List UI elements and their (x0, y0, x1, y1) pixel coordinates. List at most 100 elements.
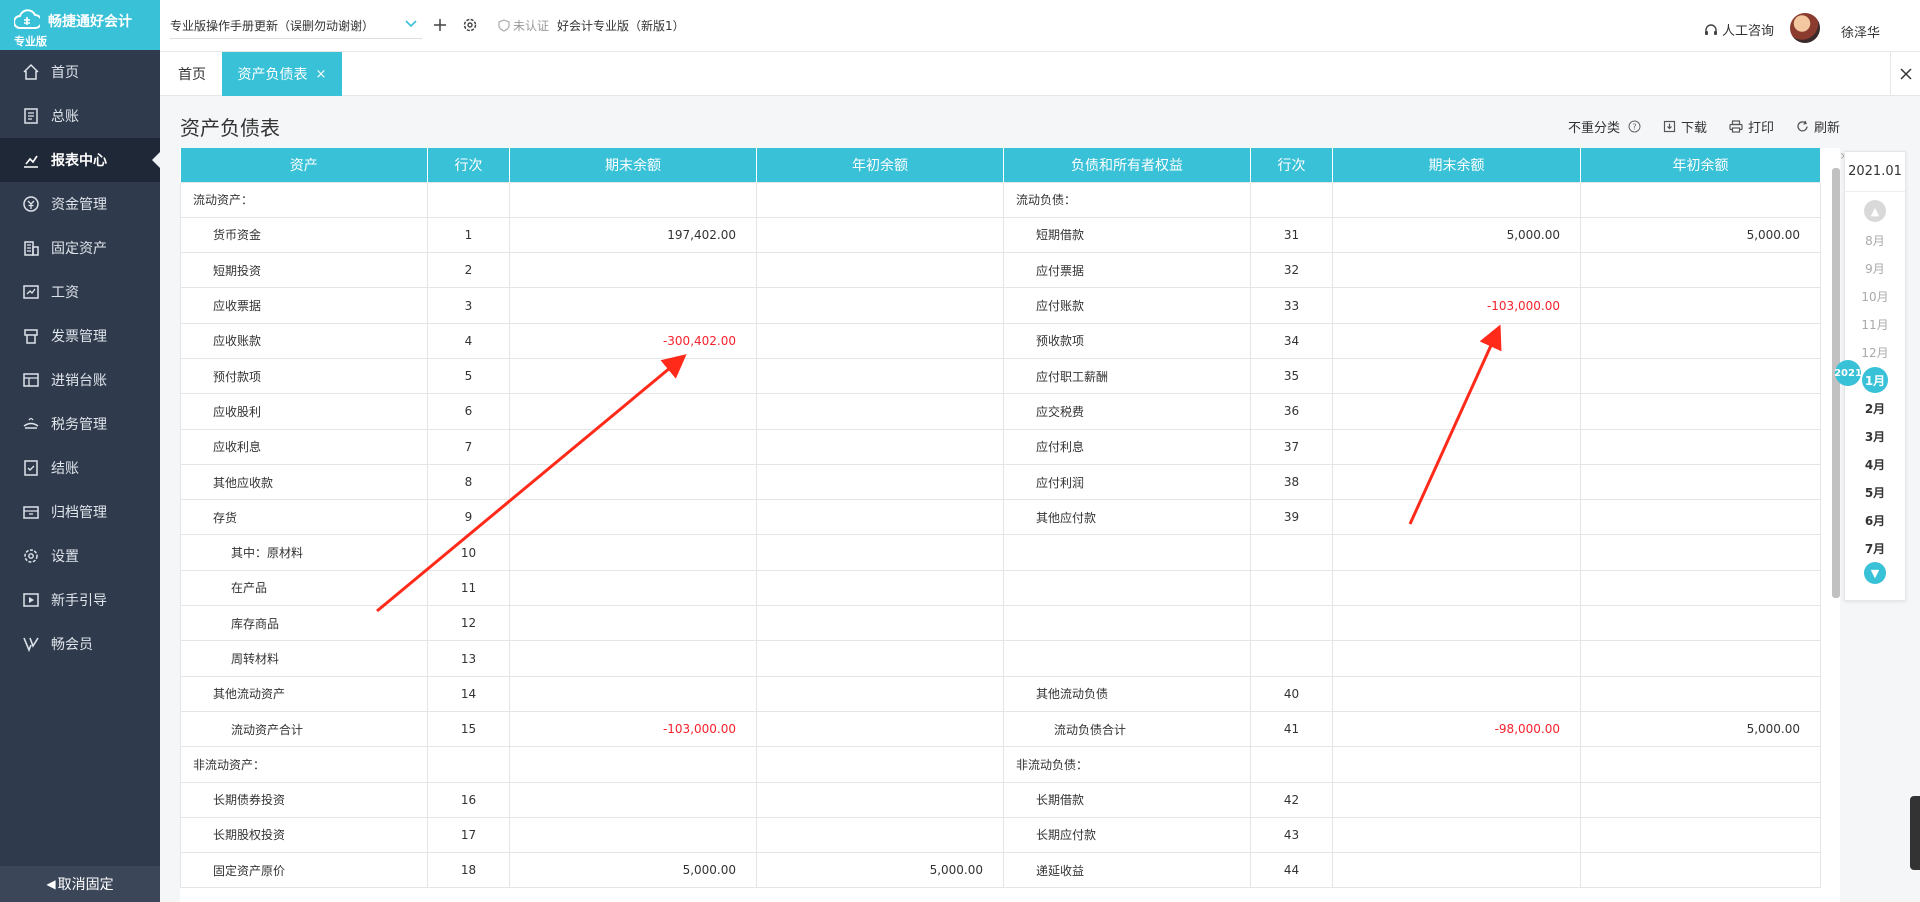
liability-ending-balance-cell[interactable] (1332, 640, 1581, 677)
liability-beginning-balance-cell[interactable] (1580, 181, 1821, 218)
asset-ending-balance-cell[interactable] (509, 252, 757, 289)
gear-icon[interactable] (460, 15, 480, 35)
asset-ending-balance-cell[interactable]: -103,000.00 (509, 710, 757, 748)
liability-ending-balance-cell[interactable] (1332, 428, 1581, 465)
asset-ending-balance-cell[interactable] (509, 181, 757, 218)
asset-beginning-balance-cell[interactable] (756, 357, 1004, 395)
asset-beginning-balance-cell[interactable] (756, 675, 1004, 712)
liability-ending-balance-cell[interactable] (1332, 357, 1581, 395)
asset-beginning-balance-cell[interactable] (756, 710, 1004, 748)
unpin-sidebar-button[interactable]: ◀ 取消固定 (0, 866, 160, 902)
asset-beginning-balance-cell[interactable] (756, 252, 1004, 289)
liability-ending-balance-cell[interactable]: -103,000.00 (1332, 287, 1581, 324)
liability-beginning-balance-cell[interactable] (1580, 746, 1821, 783)
month-item[interactable]: 11月 (1845, 310, 1905, 338)
avatar[interactable] (1790, 13, 1820, 43)
liability-ending-balance-cell[interactable] (1332, 569, 1581, 607)
print-button[interactable]: 打印 (1729, 117, 1774, 136)
liability-ending-balance-cell[interactable] (1332, 181, 1581, 218)
liability-ending-balance-cell[interactable] (1332, 252, 1581, 289)
tab-balance-sheet[interactable]: 资产负债表 × (222, 52, 342, 96)
asset-beginning-balance-cell[interactable] (756, 781, 1004, 818)
month-item[interactable]: 6月 (1845, 506, 1905, 534)
month-item[interactable]: 9月 (1845, 254, 1905, 282)
asset-beginning-balance-cell[interactable] (756, 569, 1004, 607)
month-item[interactable]: 5月 (1845, 478, 1905, 506)
asset-ending-balance-cell[interactable] (509, 393, 757, 430)
close-all-tabs-button[interactable] (1890, 52, 1920, 96)
liability-ending-balance-cell[interactable] (1332, 781, 1581, 818)
sidebar-item-money[interactable]: 资金管理 (0, 182, 160, 226)
liability-beginning-balance-cell[interactable] (1580, 428, 1821, 465)
liability-ending-balance-cell[interactable] (1332, 816, 1581, 854)
liability-beginning-balance-cell[interactable] (1580, 357, 1821, 395)
scroll-up-icon[interactable]: ▲ (1864, 200, 1886, 222)
sidebar-item-checkout[interactable]: 结账 (0, 446, 160, 490)
month-item[interactable]: 1月 2021 (1834, 360, 1905, 394)
liability-beginning-balance-cell[interactable] (1580, 605, 1821, 642)
asset-ending-balance-cell[interactable] (509, 675, 757, 712)
asset-ending-balance-cell[interactable] (509, 816, 757, 854)
sidebar-item-ledger[interactable]: 总账 (0, 94, 160, 138)
liability-ending-balance-cell[interactable] (1332, 534, 1581, 571)
app-logo[interactable]: 畅捷通好会计 专业版 (0, 0, 160, 50)
asset-beginning-balance-cell[interactable] (756, 605, 1004, 642)
liability-beginning-balance-cell[interactable] (1580, 781, 1821, 818)
liability-beginning-balance-cell[interactable]: 5,000.00 (1580, 216, 1821, 254)
liability-beginning-balance-cell[interactable] (1580, 569, 1821, 607)
asset-beginning-balance-cell[interactable] (756, 816, 1004, 854)
liability-beginning-balance-cell[interactable] (1580, 816, 1821, 854)
liability-ending-balance-cell[interactable] (1332, 499, 1581, 536)
liability-beginning-balance-cell[interactable] (1580, 322, 1821, 359)
liability-beginning-balance-cell[interactable] (1580, 852, 1821, 889)
sidebar-item-inventory[interactable]: 进销台账 (0, 358, 160, 402)
liability-beginning-balance-cell[interactable] (1580, 287, 1821, 324)
liability-ending-balance-cell[interactable] (1332, 605, 1581, 642)
month-item[interactable]: 8月 (1845, 226, 1905, 254)
asset-beginning-balance-cell[interactable] (756, 499, 1004, 536)
sidebar-item-archive[interactable]: 归档管理 (0, 490, 160, 534)
asset-beginning-balance-cell[interactable] (756, 393, 1004, 430)
liability-beginning-balance-cell[interactable] (1580, 393, 1821, 430)
asset-ending-balance-cell[interactable]: 5,000.00 (509, 852, 757, 889)
month-item[interactable]: 10月 (1845, 282, 1905, 310)
certification-status[interactable]: 未认证 好会计专业版（新版1） (498, 17, 685, 34)
asset-ending-balance-cell[interactable] (509, 640, 757, 677)
scroll-down-icon[interactable]: ▼ (1864, 562, 1886, 584)
liability-ending-balance-cell[interactable] (1332, 852, 1581, 889)
month-item[interactable]: 7月 (1845, 534, 1905, 562)
liability-beginning-balance-cell[interactable]: 5,000.00 (1580, 710, 1821, 748)
asset-beginning-balance-cell[interactable] (756, 322, 1004, 359)
asset-ending-balance-cell[interactable] (509, 569, 757, 607)
liability-ending-balance-cell[interactable]: 5,000.00 (1332, 216, 1581, 254)
user-name[interactable]: 徐泽华 (1841, 22, 1880, 41)
asset-beginning-balance-cell[interactable] (756, 216, 1004, 254)
month-item[interactable]: 2月 (1845, 394, 1905, 422)
add-icon[interactable] (430, 15, 450, 35)
asset-ending-balance-cell[interactable] (509, 746, 757, 783)
sidebar-item-gear[interactable]: 设置 (0, 534, 160, 578)
asset-ending-balance-cell[interactable] (509, 605, 757, 642)
asset-beginning-balance-cell[interactable] (756, 287, 1004, 324)
month-item[interactable]: 3月 (1845, 422, 1905, 450)
liability-ending-balance-cell[interactable]: -98,000.00 (1332, 710, 1581, 748)
asset-beginning-balance-cell[interactable] (756, 428, 1004, 465)
asset-beginning-balance-cell[interactable] (756, 534, 1004, 571)
asset-ending-balance-cell[interactable] (509, 428, 757, 465)
sidebar-item-invoice[interactable]: 发票管理 (0, 314, 160, 358)
asset-ending-balance-cell[interactable] (509, 499, 757, 536)
refresh-button[interactable]: 刷新 (1796, 117, 1840, 136)
liability-beginning-balance-cell[interactable] (1580, 499, 1821, 536)
sidebar-item-home[interactable]: 首页 (0, 50, 160, 94)
liability-ending-balance-cell[interactable] (1332, 463, 1581, 501)
asset-ending-balance-cell[interactable]: -300,402.00 (509, 322, 757, 359)
asset-ending-balance-cell[interactable]: 197,402.00 (509, 216, 757, 254)
sidebar-item-vip[interactable]: 畅会员 (0, 622, 160, 666)
sidebar-item-tax[interactable]: 税务管理 (0, 402, 160, 446)
asset-beginning-balance-cell[interactable] (756, 640, 1004, 677)
document-select[interactable]: 专业版操作手册更新（误删勿动谢谢） (170, 13, 422, 39)
liability-beginning-balance-cell[interactable] (1580, 640, 1821, 677)
liability-ending-balance-cell[interactable] (1332, 746, 1581, 783)
download-button[interactable]: 下载 (1663, 117, 1707, 136)
sidebar-item-salary[interactable]: 工资 (0, 270, 160, 314)
